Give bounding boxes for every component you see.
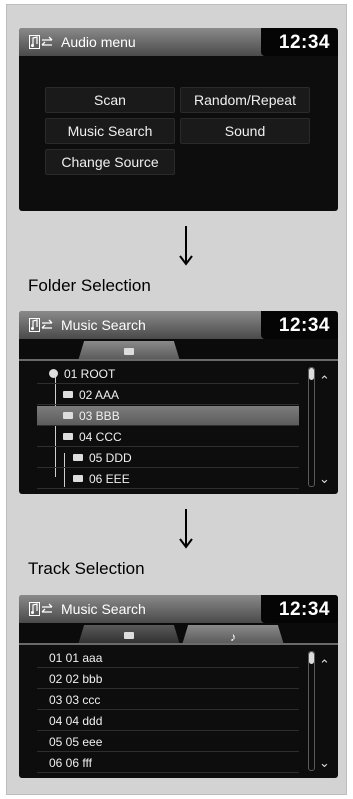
tab-underline [19,359,338,361]
list-item[interactable]: 05 DDD [37,448,299,468]
scroll-up-icon[interactable]: ⌃ [319,374,330,387]
scrollbar[interactable] [308,651,315,771]
list-item[interactable]: 06 06 fff [37,753,299,773]
clock: 12:34 [278,315,330,336]
tab-bar: ♪ [19,623,338,645]
list-item-selected[interactable]: 03 BBB [37,406,299,426]
tab-underline [19,643,338,645]
item-label: 03 BBB [79,409,120,423]
folder-selection-screen: Music Search 12:34 01 ROOT 02 AAA 03 BBB… [19,311,338,494]
clock: 12:34 [278,599,330,620]
music-source-icon [29,602,53,616]
clock-area: 12:34 [261,595,338,623]
item-label: 02 02 bbb [49,672,103,686]
root-dot-icon [49,369,58,379]
header-bar: Audio menu 12:34 [19,28,338,56]
list-item[interactable]: 05 05 eee [37,732,299,752]
change-source-button[interactable]: Change Source [45,149,175,175]
music-source-icon [29,318,53,332]
folder-icon [63,412,73,420]
down-arrow-icon [179,509,193,549]
list-item[interactable]: 01 ROOT [37,364,299,384]
scrollbar-thumb[interactable] [309,368,314,380]
header-bar: Music Search 12:34 [19,595,338,623]
folder-icon [63,433,73,441]
tab-tracks[interactable]: ♪ [182,625,284,645]
list-item[interactable]: 02 02 bbb [37,669,299,689]
music-search-button[interactable]: Music Search [45,118,175,144]
folder-selection-caption: Folder Selection [28,276,151,295]
tab-bar [19,339,338,361]
item-label: 04 CCC [79,430,122,444]
track-selection-caption: Track Selection [28,559,145,578]
folder-icon [63,391,73,399]
list-item[interactable]: 06 EEE [37,469,299,489]
item-label: 06 EEE [89,472,130,486]
sound-button[interactable]: Sound [180,118,310,144]
list-item[interactable]: 01 01 aaa [37,648,299,668]
folder-icon [73,454,83,462]
item-label: 04 04 ddd [49,714,103,728]
music-source-icon [29,35,53,49]
clock-area: 12:34 [261,311,338,339]
down-arrow-icon [179,226,193,266]
random-repeat-button[interactable]: Random/Repeat [180,87,310,113]
page-title: Audio menu [61,34,136,50]
header-bar: Music Search 12:34 [19,311,338,339]
item-label: 01 ROOT [64,367,116,381]
list-item[interactable]: 04 04 ddd [37,711,299,731]
scroll-down-icon[interactable]: ⌄ [319,756,330,769]
item-label: 03 03 ccc [49,693,101,707]
list-item[interactable]: 04 CCC [37,427,299,447]
list-item[interactable]: 03 03 ccc [37,690,299,710]
page-title: Music Search [61,601,146,617]
tab-folder[interactable] [78,341,180,361]
music-note-icon: ♪ [230,630,236,644]
track-selection-screen: Music Search 12:34 ♪ 01 01 aaa 02 02 bbb… [19,595,338,778]
clock: 12:34 [278,32,330,53]
item-label: 05 DDD [89,451,132,465]
scroll-up-icon[interactable]: ⌃ [319,658,330,671]
scroll-down-icon[interactable]: ⌄ [319,472,330,485]
tab-folder[interactable] [78,625,180,645]
list-item[interactable]: 02 AAA [37,385,299,405]
scrollbar[interactable] [308,367,315,487]
item-label: 05 05 eee [49,735,103,749]
scan-button[interactable]: Scan [45,87,175,113]
page-title: Music Search [61,317,146,333]
folder-icon [124,348,134,355]
clock-area: 12:34 [261,28,338,56]
folder-icon [73,475,83,483]
folder-icon [124,632,134,639]
scrollbar-thumb[interactable] [309,652,314,664]
item-label: 01 01 aaa [49,651,103,665]
item-label: 02 AAA [79,388,120,402]
item-label: 06 06 fff [49,756,92,770]
audio-menu-screen: Audio menu 12:34 Scan Random/Repeat Musi… [19,28,338,211]
